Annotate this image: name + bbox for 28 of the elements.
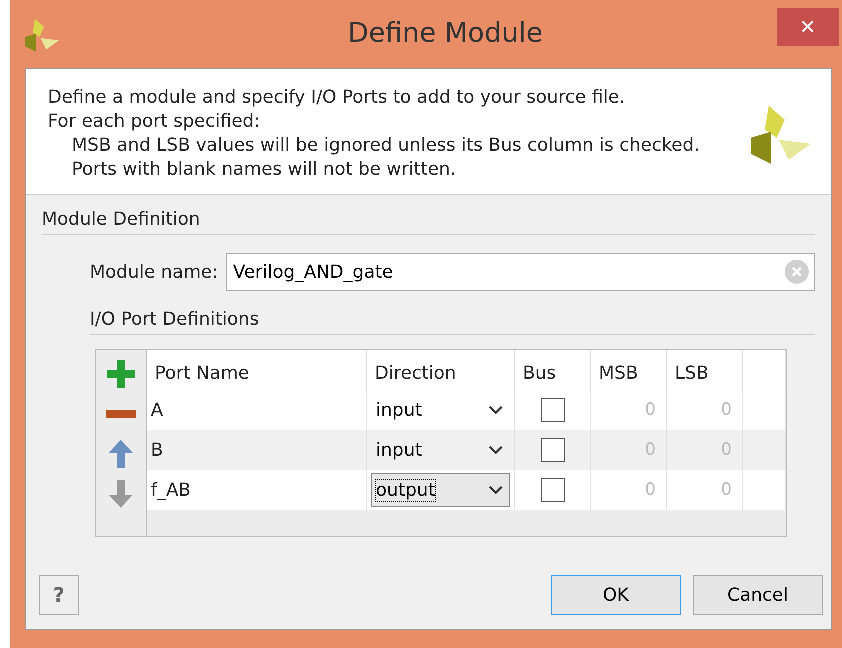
chevron-down-icon	[489, 406, 503, 414]
direction-dropdown[interactable]: input	[371, 393, 510, 427]
bus-checkbox[interactable]	[540, 478, 564, 502]
table-cell: f_AB	[147, 470, 367, 510]
intro-text: For each port specified:	[48, 111, 262, 132]
chevron-down-icon	[489, 446, 503, 454]
direction-dropdown[interactable]: input	[371, 433, 510, 467]
help-button[interactable]: ?	[39, 575, 79, 615]
bus-checkbox[interactable]	[540, 438, 564, 462]
logo-icon	[25, 18, 59, 52]
section-title: Module Definition	[42, 209, 815, 235]
chevron-down-icon	[489, 486, 503, 494]
table-cell: 0	[667, 470, 743, 510]
close-button[interactable]: ✕	[777, 8, 839, 46]
logo-icon	[751, 104, 811, 164]
table-cell: 0	[591, 470, 667, 510]
cancel-button[interactable]: Cancel	[693, 575, 823, 615]
module-name-field[interactable]: Verilog_AND_gate	[226, 253, 815, 291]
ok-button[interactable]: OK	[551, 575, 681, 615]
intro-text: MSB and LSB values will be ignored unless its Bus column is checked.	[71, 135, 701, 156]
field-label: Module name:	[90, 262, 218, 282]
window-title: Define Module	[348, 18, 543, 49]
table-cell: B	[147, 430, 367, 470]
direction-dropdown[interactable]: output	[371, 473, 510, 507]
intro-text: Ports with blank names will not be written.	[71, 159, 458, 180]
intro-text: Define a module and specify I/O Ports to add to your source file.	[48, 87, 626, 108]
bus-checkbox[interactable]	[540, 398, 564, 422]
subsection-title: I/O Port Definitions	[90, 309, 815, 335]
